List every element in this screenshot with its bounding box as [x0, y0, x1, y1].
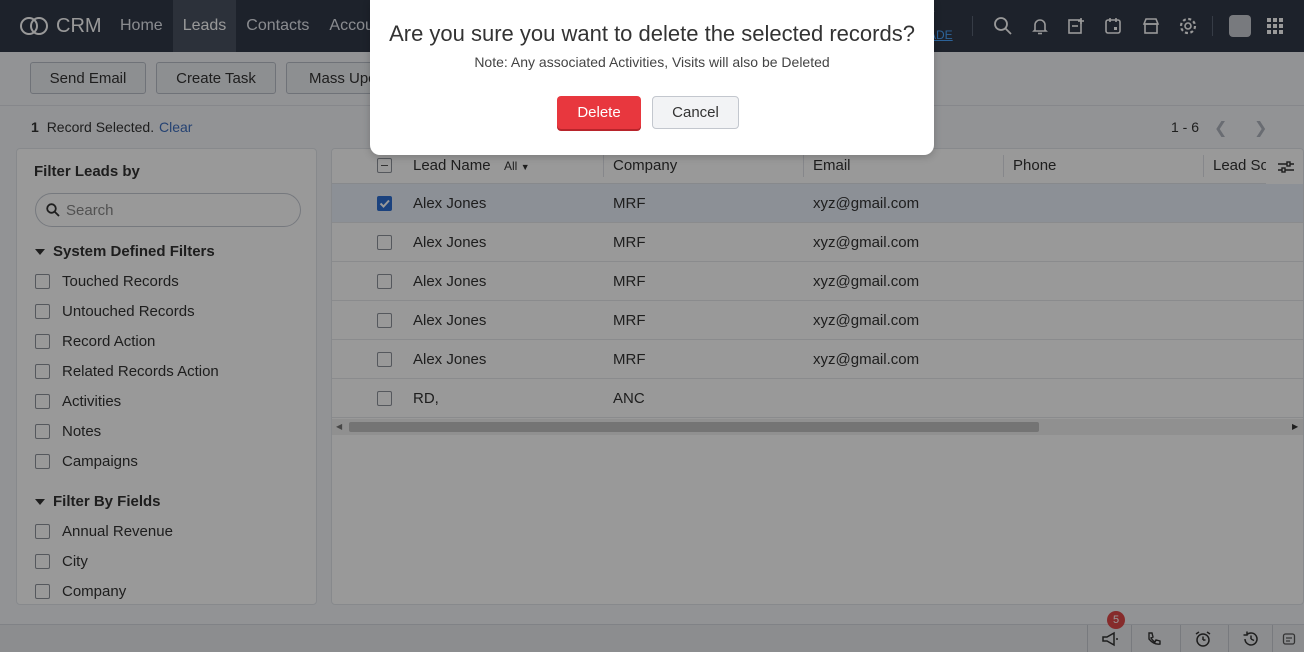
delete-button[interactable]: Delete: [557, 96, 641, 129]
delete-confirm-dialog: Are you sure you want to delete the sele…: [370, 0, 934, 155]
dialog-title: Are you sure you want to delete the sele…: [389, 21, 915, 46]
cancel-button[interactable]: Cancel: [652, 96, 739, 129]
dialog-note: Note: Any associated Activities, Visits …: [474, 54, 830, 70]
